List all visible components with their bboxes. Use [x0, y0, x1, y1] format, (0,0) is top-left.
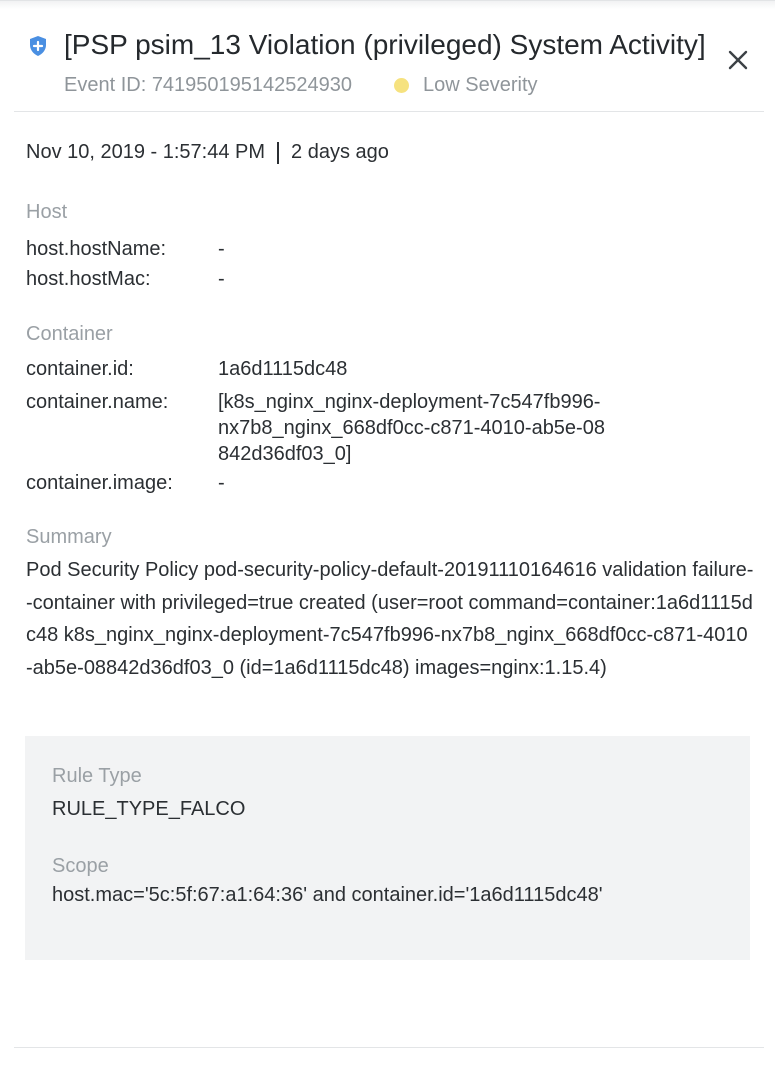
- field-value: [k8s_nginx_nginx-deployment-7c547fb996-n…: [218, 391, 605, 465]
- container-field-row: container.image: -: [26, 470, 766, 496]
- event-title: [PSP psim_13 Violation (privileged) Syst…: [64, 29, 706, 60]
- container-field-row: container.name: [k8s_nginx_nginx-deploym…: [26, 389, 766, 467]
- event-date: Nov 10, 2019 - 1:57:44 PM: [26, 141, 266, 163]
- container-field-row: container.id: 1a6d1115dc48: [26, 356, 766, 382]
- close-icon[interactable]: [726, 48, 750, 72]
- summary-text: Pod Security Policy pod-security-policy-…: [26, 559, 754, 679]
- severity-badge: Low Severity: [394, 74, 538, 97]
- field-value: -: [218, 268, 225, 290]
- event-relative-time: 2 days ago: [291, 141, 389, 163]
- rule-type-value: RULE_TYPE_FALCO: [52, 798, 246, 820]
- event-detail-panel: [PSP psim_13 Violation (privileged) Syst…: [0, 0, 775, 1068]
- rule-details-box: Rule Type RULE_TYPE_FALCO Scope host.mac…: [25, 736, 750, 960]
- field-key: container.name:: [26, 391, 169, 413]
- event-id: Event ID: 741950195142524930: [64, 73, 353, 96]
- scope-value: host.mac='5c:5f:67:a1:64:36' and contain…: [52, 884, 603, 906]
- scope-label: Scope: [52, 855, 109, 877]
- host-field-row: host.hostMac: -: [26, 266, 766, 292]
- field-value: -: [218, 238, 225, 260]
- shield-icon: [30, 36, 46, 56]
- rule-type-label: Rule Type: [52, 765, 142, 787]
- field-value: -: [218, 472, 225, 494]
- event-subline: Event ID: 741950195142524930 Low Severit…: [64, 72, 538, 98]
- event-time: Nov 10, 2019 - 1:57:44 PM 2 days ago: [26, 141, 389, 164]
- host-field-row: host.hostName: -: [26, 236, 766, 262]
- field-key: host.hostMac:: [26, 268, 151, 290]
- footer-divider: [14, 1047, 764, 1048]
- severity-label: Low Severity: [423, 73, 538, 96]
- field-value: 1a6d1115dc48: [218, 358, 348, 380]
- event-header: [PSP psim_13 Violation (privileged) Syst…: [14, 1, 764, 112]
- time-separator: [277, 141, 280, 164]
- host-section-title: Host: [26, 201, 68, 223]
- summary-section-title: Summary: [26, 526, 112, 548]
- container-section-title: Container: [26, 323, 113, 345]
- severity-dot-icon: [394, 77, 410, 93]
- field-key: host.hostName:: [26, 238, 167, 260]
- field-key: container.id:: [26, 358, 134, 380]
- field-key: container.image:: [26, 472, 173, 494]
